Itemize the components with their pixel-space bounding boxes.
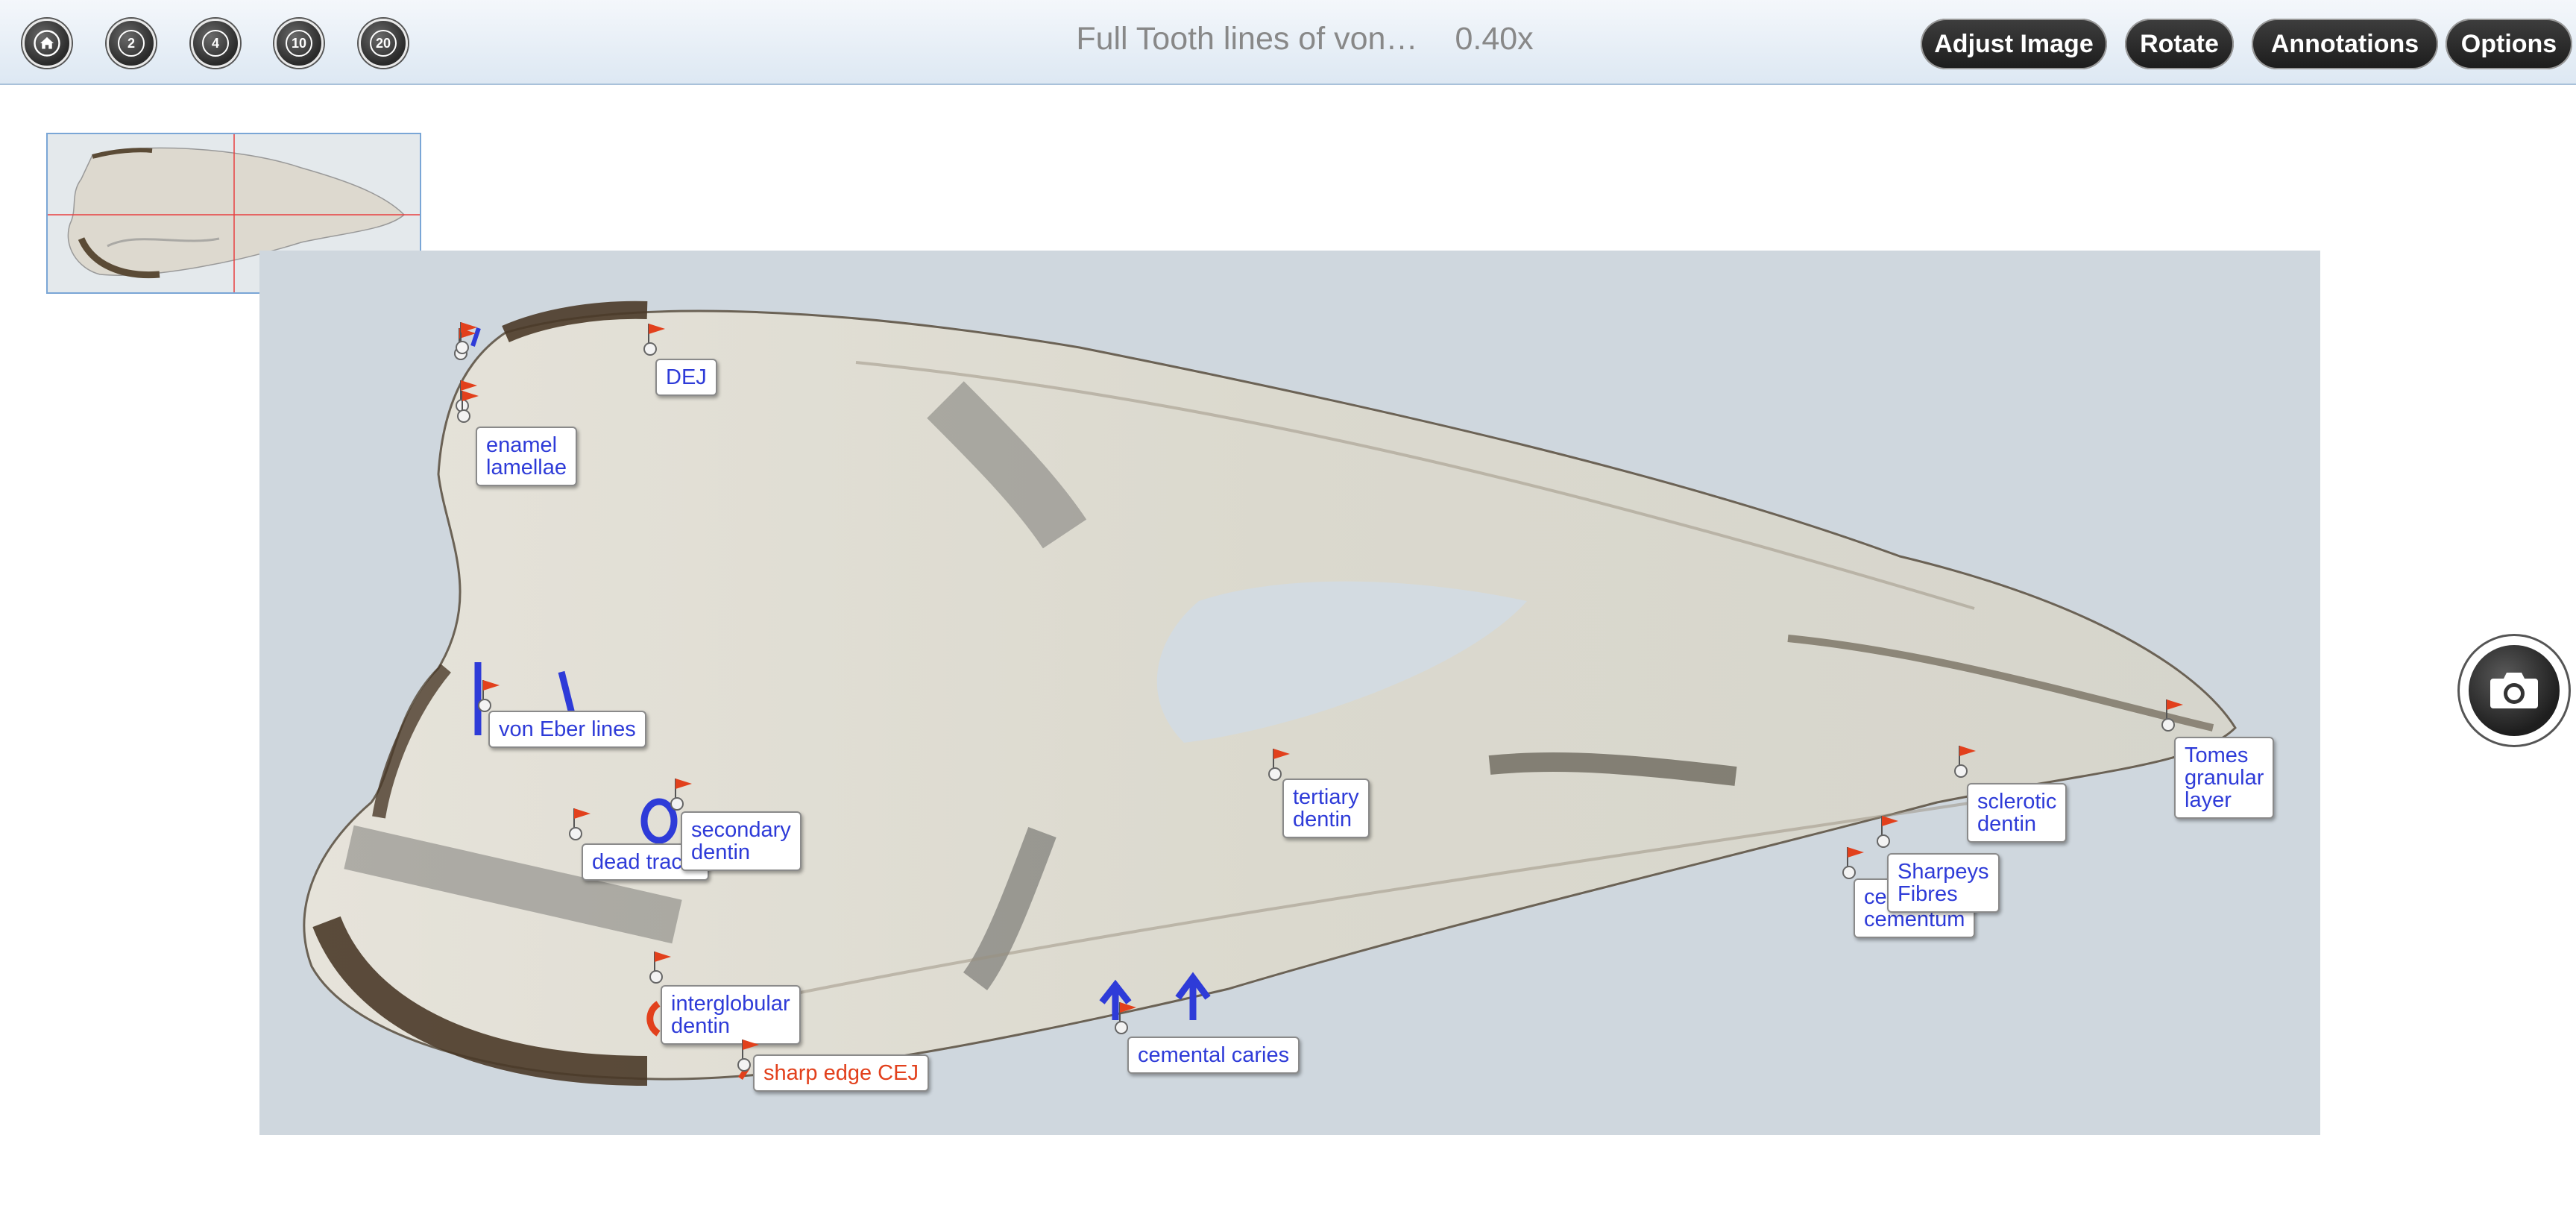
zoom-2x-label: 2: [118, 30, 145, 57]
label-sclerotic-dentin[interactable]: sclerotic dentin: [1967, 783, 2068, 843]
zoom-10x-label: 10: [286, 30, 312, 57]
label-tertiary-dentin-line2: dentin: [1293, 808, 1352, 831]
label-cemental-caries[interactable]: cemental caries: [1127, 1037, 1300, 1074]
home-button[interactable]: [22, 19, 72, 68]
label-sclerotic-dentin-line1: sclerotic: [1977, 790, 2057, 814]
label-tomes-granular-layer-line3: layer: [2185, 788, 2232, 812]
viewer-toolbar: 2 4 10 20 Full Tooth lines of von… 0.40x …: [0, 0, 2576, 85]
annotation-pin-sharpeys-fibres[interactable]: [1876, 813, 1906, 849]
snapshot-button-face: [2469, 645, 2560, 736]
annotation-pin-von-eber-lines[interactable]: [477, 677, 507, 713]
annotation-pin-sclerotic-dentin[interactable]: [1953, 743, 1983, 779]
label-tertiary-dentin[interactable]: tertiary dentin: [1282, 779, 1370, 838]
camera-icon: [2490, 673, 2538, 708]
annotation-pin-cemental-caries[interactable]: [1114, 999, 1144, 1035]
annotation-pin-cellular-cementum[interactable]: [1842, 844, 1871, 880]
label-sharpeys-fibres-line1: Sharpeys: [1898, 860, 1989, 884]
zoom-4x-label: 4: [202, 30, 229, 57]
label-tertiary-dentin-line1: tertiary: [1293, 785, 1359, 809]
label-tomes-granular-layer-line2: granular: [2185, 766, 2264, 790]
adjust-image-button[interactable]: Adjust Image: [1921, 19, 2107, 69]
label-sclerotic-dentin-line2: dentin: [1977, 812, 2037, 836]
label-sharpeys-fibres-line2: Fibres: [1898, 882, 1958, 906]
magnification-readout: 0.40x: [1455, 21, 1534, 57]
slide-title: Full Tooth lines of von…: [1076, 21, 1418, 57]
label-enamel-lamellae[interactable]: enamel lamellae: [476, 427, 577, 486]
zoom-10x-button[interactable]: 10: [274, 19, 324, 68]
annotation-pin-tomes-granular-layer[interactable]: [2161, 696, 2191, 732]
slide-viewport[interactable]: DEJ enamel lamellae von Eber lines dead t…: [259, 251, 2320, 1135]
zoom-2x-button[interactable]: 2: [107, 19, 156, 68]
label-interglobular-dentin-line1: interglobular: [671, 992, 790, 1016]
zoom-4x-button[interactable]: 4: [191, 19, 240, 68]
home-icon: [34, 30, 60, 57]
label-sharp-edge-cej[interactable]: sharp edge CEJ: [753, 1054, 929, 1092]
annotation-pin-dead-tracts[interactable]: [568, 805, 598, 841]
annotation-pin-dej-main[interactable]: [643, 321, 673, 356]
label-von-eber-lines[interactable]: von Eber lines: [488, 711, 646, 748]
slide-title-bar: Full Tooth lines of von… 0.40x: [969, 21, 1640, 57]
annotation-pin-sharp-edge-cej[interactable]: [737, 1037, 766, 1072]
label-dej[interactable]: DEJ: [655, 359, 717, 396]
annotation-pin-dej[interactable]: [455, 319, 485, 355]
annotations-button[interactable]: Annotations: [2252, 19, 2438, 69]
label-tomes-granular-layer-line1: Tomes: [2185, 743, 2249, 767]
zoom-20x-button[interactable]: 20: [359, 19, 408, 68]
annotation-pin-interglobular-dentin[interactable]: [649, 949, 678, 984]
annotation-pin-enamel-lamellae[interactable]: [456, 388, 486, 424]
tooth-section-image: [259, 251, 2320, 1135]
options-button[interactable]: Options: [2446, 19, 2572, 69]
label-secondary-dentin-line1: secondary: [691, 818, 791, 842]
rotate-button[interactable]: Rotate: [2125, 19, 2234, 69]
label-tomes-granular-layer[interactable]: Tomes granular layer: [2174, 737, 2275, 819]
label-secondary-dentin-line2: dentin: [691, 840, 751, 864]
label-enamel-lamellae-line2: lamellae: [486, 456, 567, 479]
annotation-pin-secondary-dentin[interactable]: [670, 776, 699, 811]
label-interglobular-dentin[interactable]: interglobular dentin: [661, 985, 801, 1045]
label-sharpeys-fibres[interactable]: Sharpeys Fibres: [1887, 853, 2000, 913]
annotation-pin-tertiary-dentin[interactable]: [1267, 746, 1297, 782]
snapshot-button[interactable]: [2457, 634, 2571, 747]
label-secondary-dentin[interactable]: secondary dentin: [681, 811, 802, 871]
label-enamel-lamellae-line1: enamel: [486, 433, 558, 457]
zoom-20x-label: 20: [370, 30, 397, 57]
label-interglobular-dentin-line2: dentin: [671, 1014, 731, 1038]
